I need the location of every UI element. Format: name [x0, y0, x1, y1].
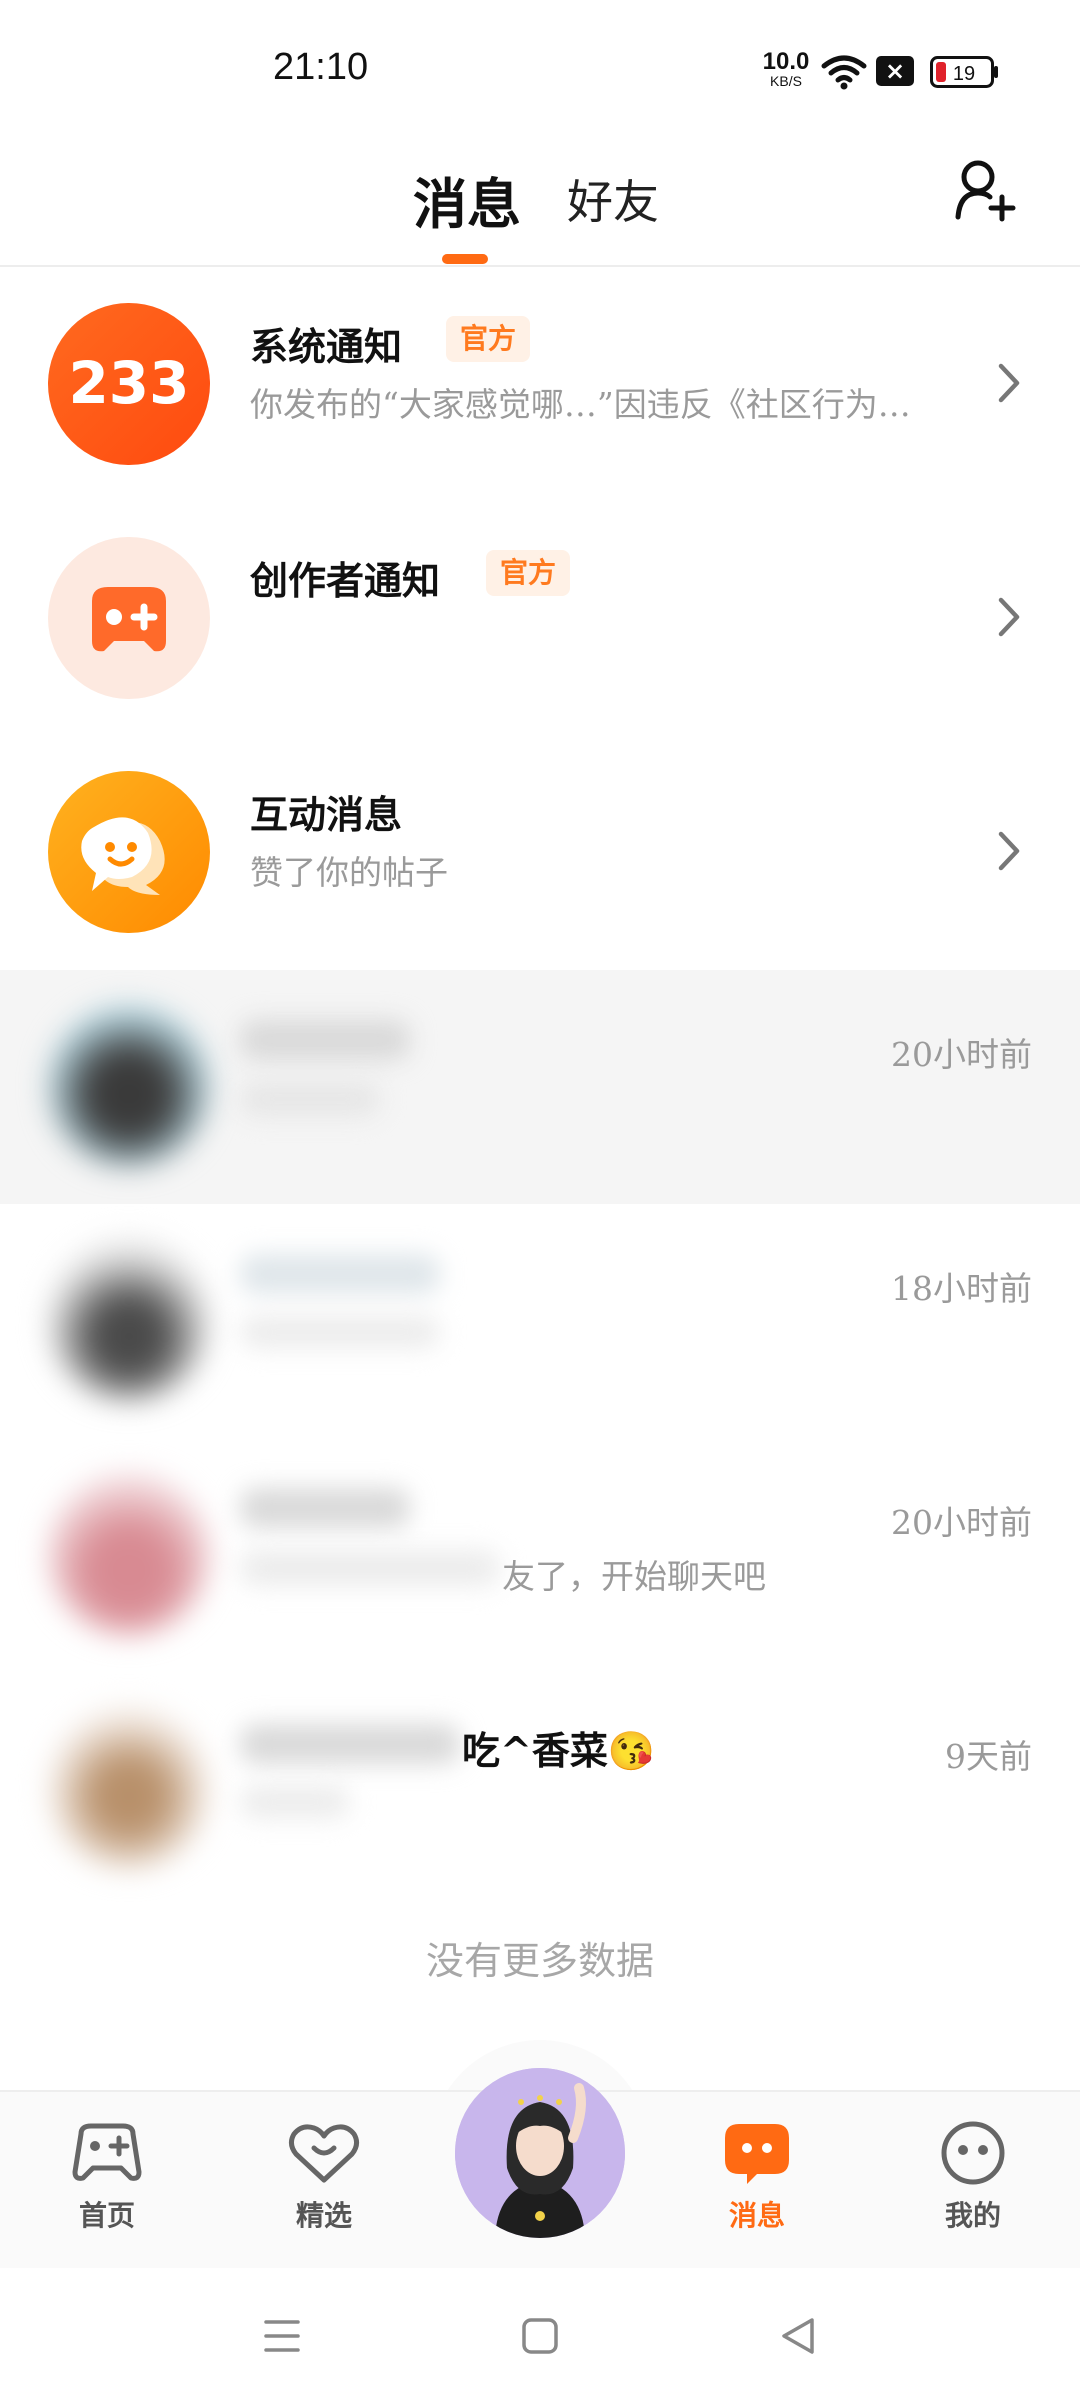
active-tab-indicator [442, 254, 488, 264]
battery-icon: 19 [930, 56, 998, 88]
nav-featured[interactable]: 精选 [254, 2120, 394, 2234]
blurred-preview [240, 1550, 500, 1586]
tab-friends[interactable]: 好友 [567, 166, 659, 232]
blurred-name [240, 1488, 410, 1528]
blurred-preview [240, 1082, 380, 1116]
network-speed: 10.0 KB/S [758, 48, 814, 89]
network-speed-value: 10.0 [762, 48, 810, 75]
network-speed-unit: KB/S [770, 73, 802, 89]
chat-item[interactable]: 20小时前 [0, 970, 1080, 1204]
logo-233-icon: 233 [68, 349, 189, 417]
add-user-icon[interactable] [950, 155, 1020, 225]
chat-time: 20小时前 [891, 1503, 1032, 1542]
chat-time: 18小时前 [891, 1269, 1032, 1308]
chat-bubble-icon [81, 817, 165, 895]
chat-name-tail: 吃^香菜😘 [462, 1728, 656, 1773]
nav-messages-label: 消息 [728, 2199, 785, 2232]
back-triangle-icon[interactable] [778, 2316, 818, 2356]
chevron-right-icon [998, 363, 1020, 403]
blurred-name [240, 1020, 410, 1060]
center-profile-avatar[interactable] [455, 2068, 625, 2238]
system-notice-avatar: 233 [48, 303, 210, 465]
gamepad-icon [72, 2123, 142, 2181]
chat-avatar [48, 1005, 210, 1167]
header: 消息 好友 [0, 130, 1080, 267]
chat-avatar [48, 1473, 210, 1635]
gamepad-icon [92, 587, 166, 652]
chevron-right-icon [998, 597, 1020, 637]
chat-time: 9天前 [945, 1737, 1032, 1776]
blurred-preview [240, 1786, 350, 1818]
status-bar: 21:10 10.0 KB/S × 19 [0, 0, 1080, 130]
list-item-creator-notice[interactable]: 创作者通知 官方 [0, 502, 1080, 736]
list-item-preview: 赞了你的帖子 [250, 853, 448, 892]
list-item-preview: 你发布的“大家感觉哪…”因违反《社区行为… [250, 385, 911, 424]
nav-home[interactable]: 首页 [37, 2120, 177, 2234]
chat-item[interactable]: 友了，开始聊天吧 20小时前 [0, 1438, 1080, 1672]
chat-preview: 友了，开始聊天吧 [502, 1557, 766, 1596]
chat-time: 20小时前 [891, 1035, 1032, 1074]
chat-item[interactable]: 吃^香菜😘 9天前 [0, 1672, 1080, 1906]
avatar-233-text: 233 [68, 349, 189, 417]
face-icon [941, 2121, 1005, 2185]
heart-icon [288, 2124, 360, 2183]
battery-level: 19 [953, 63, 975, 85]
wifi-icon [821, 55, 867, 90]
status-time: 21:10 [273, 46, 369, 88]
nav-mine[interactable]: 我的 [903, 2120, 1043, 2234]
chat-avatar [48, 1707, 210, 1869]
list-item-title: 互动消息 [250, 792, 403, 837]
message-icon [725, 2124, 789, 2184]
nav-messages[interactable]: 消息 [687, 2120, 827, 2234]
chat-item[interactable]: 18小时前 [0, 1204, 1080, 1438]
anime-avatar-image [455, 2068, 625, 2238]
chat-avatar [48, 1239, 210, 1401]
nav-mine-label: 我的 [944, 2199, 1001, 2232]
official-badge: 官方 [486, 550, 571, 596]
home-square-icon[interactable] [520, 2316, 560, 2356]
list-item-title: 创作者通知 [250, 558, 441, 603]
no-sim-icon: × [876, 56, 914, 86]
interactions-avatar [48, 771, 210, 933]
tab-messages[interactable]: 消息 [413, 160, 521, 239]
no-more-data-text: 没有更多数据 [425, 1939, 654, 1983]
blurred-preview [240, 1316, 440, 1348]
list-item-interactions[interactable]: 互动消息 赞了你的帖子 [0, 736, 1080, 970]
nav-home-label: 首页 [78, 2199, 135, 2232]
system-navigation-bar [0, 2268, 1080, 2400]
list-item-title: 系统通知 [250, 324, 403, 369]
menu-icon[interactable] [262, 2316, 302, 2356]
chevron-right-icon [998, 831, 1020, 871]
nav-featured-label: 精选 [295, 2199, 352, 2232]
creator-notice-avatar [48, 537, 210, 699]
blurred-name [240, 1254, 440, 1294]
blurred-name [240, 1724, 460, 1764]
list-item-system-notice[interactable]: 233 系统通知 官方 你发布的“大家感觉哪…”因违反《社区行为… [0, 268, 1080, 502]
official-badge: 官方 [446, 316, 531, 362]
